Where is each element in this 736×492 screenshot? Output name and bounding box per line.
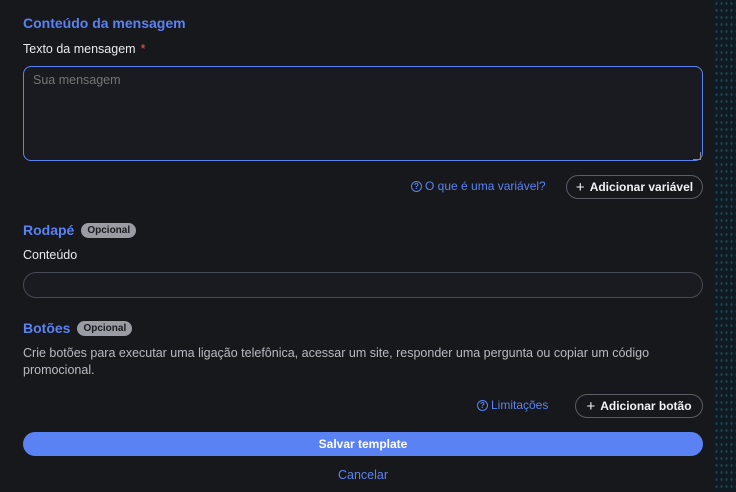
what-is-variable-link-text: O que é uma variável? — [425, 179, 546, 193]
buttons-section-title-text: Botões — [23, 320, 71, 336]
save-template-button[interactable]: Salvar template — [23, 432, 703, 456]
message-text-label: Texto da mensagem * — [23, 42, 145, 56]
buttons-description: Crie botões para executar uma ligação te… — [23, 346, 650, 377]
add-button-label: Adicionar botão — [600, 399, 692, 413]
help-circle-icon: ? — [411, 180, 422, 192]
help-circle-icon: ? — [477, 399, 488, 411]
footer-section-title: Rodapé Opcional — [23, 222, 137, 238]
footer-optional-badge: Opcional — [81, 222, 137, 238]
footer-content-label: Conteúdo — [23, 248, 78, 262]
footer-section-title-text: Rodapé — [23, 222, 75, 238]
add-button-button[interactable]: + Adicionar botão — [575, 394, 703, 418]
resize-handle-icon[interactable] — [693, 152, 701, 160]
add-variable-label: Adicionar variável — [589, 180, 694, 194]
cancel-link[interactable]: Cancelar — [23, 468, 703, 482]
buttons-optional-badge: Opcional — [77, 320, 133, 336]
template-form-page: Conteúdo da mensagem Texto da mensagem * … — [0, 0, 736, 492]
buttons-section-title: Botões Opcional — [23, 320, 133, 336]
add-variable-button[interactable]: + Adicionar variável — [566, 175, 703, 199]
message-section-title: Conteúdo da mensagem — [23, 15, 186, 31]
what-is-variable-link[interactable]: ? O que é uma variável? — [411, 179, 546, 193]
footer-content-input[interactable] — [23, 272, 703, 298]
message-textarea[interactable] — [23, 66, 703, 161]
limitations-link-text: Limitações — [491, 398, 549, 412]
message-text-label-text: Texto da mensagem — [23, 42, 136, 56]
plus-icon: + — [586, 397, 596, 415]
background-pattern-strip — [714, 0, 736, 492]
plus-icon: + — [575, 178, 585, 196]
message-section-title-text: Conteúdo da mensagem — [23, 15, 186, 31]
required-mark: * — [140, 42, 146, 56]
limitations-link[interactable]: ? Limitações — [477, 398, 548, 412]
